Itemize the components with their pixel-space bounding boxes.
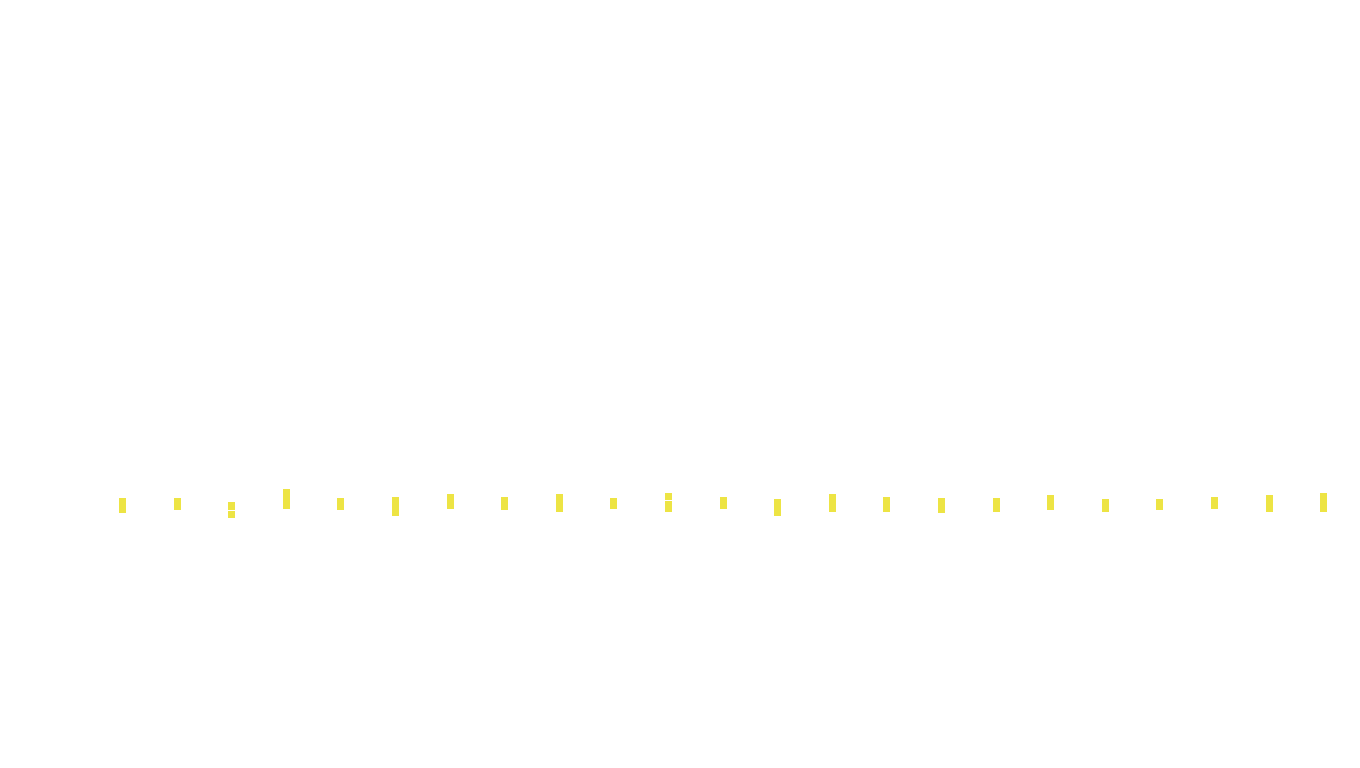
- bar-17: [993, 498, 1000, 512]
- bar-5: [337, 498, 344, 510]
- bar-23: [1320, 493, 1327, 512]
- bar-group-14: [829, 494, 836, 512]
- bar-group-23: [1320, 493, 1327, 512]
- bar-1: [119, 498, 126, 513]
- bar-10: [610, 498, 617, 509]
- bar-group-8: [501, 497, 508, 510]
- bar-group-21: [1211, 497, 1218, 509]
- bar-group-1: [119, 498, 126, 513]
- bar-21: [1211, 497, 1218, 509]
- bar-15: [883, 497, 890, 512]
- bar-group-17: [993, 498, 1000, 512]
- bar-3-segment-1: [228, 511, 235, 518]
- bar-12: [720, 497, 727, 509]
- bar-19: [1102, 499, 1109, 512]
- bar-group-16: [938, 498, 945, 513]
- bar-group-13: [774, 499, 781, 516]
- bar-group-6: [392, 497, 399, 516]
- bar-13: [774, 499, 781, 516]
- bar-9: [556, 494, 563, 512]
- bar-8: [501, 497, 508, 510]
- bar-group-3: [228, 502, 235, 518]
- bar-16: [938, 498, 945, 513]
- bar-group-4: [283, 489, 290, 509]
- bar-14: [829, 494, 836, 512]
- floating-bar-chart: [119, 489, 1327, 518]
- chart-area: [0, 0, 1360, 768]
- bar-group-19: [1102, 499, 1109, 512]
- bar-group-11: [665, 493, 672, 512]
- bar-group-5: [337, 498, 344, 510]
- bar-11-segment-1: [665, 501, 672, 512]
- bar-group-9: [556, 494, 563, 512]
- bar-6: [392, 497, 399, 516]
- bar-4: [283, 489, 290, 509]
- bar-22: [1266, 495, 1273, 512]
- bar-18: [1047, 495, 1054, 510]
- bar-group-15: [883, 497, 890, 512]
- bar-group-10: [610, 498, 617, 509]
- bar-group-7: [447, 494, 454, 509]
- bar-group-22: [1266, 495, 1273, 512]
- bar-3-segment-2: [228, 502, 235, 510]
- bar-group-2: [174, 498, 181, 510]
- bar-20: [1156, 499, 1163, 510]
- bar-group-18: [1047, 495, 1054, 510]
- bar-group-20: [1156, 499, 1163, 510]
- bar-11-segment-2: [665, 493, 672, 500]
- bar-2: [174, 498, 181, 510]
- bar-7: [447, 494, 454, 509]
- bar-group-12: [720, 497, 727, 509]
